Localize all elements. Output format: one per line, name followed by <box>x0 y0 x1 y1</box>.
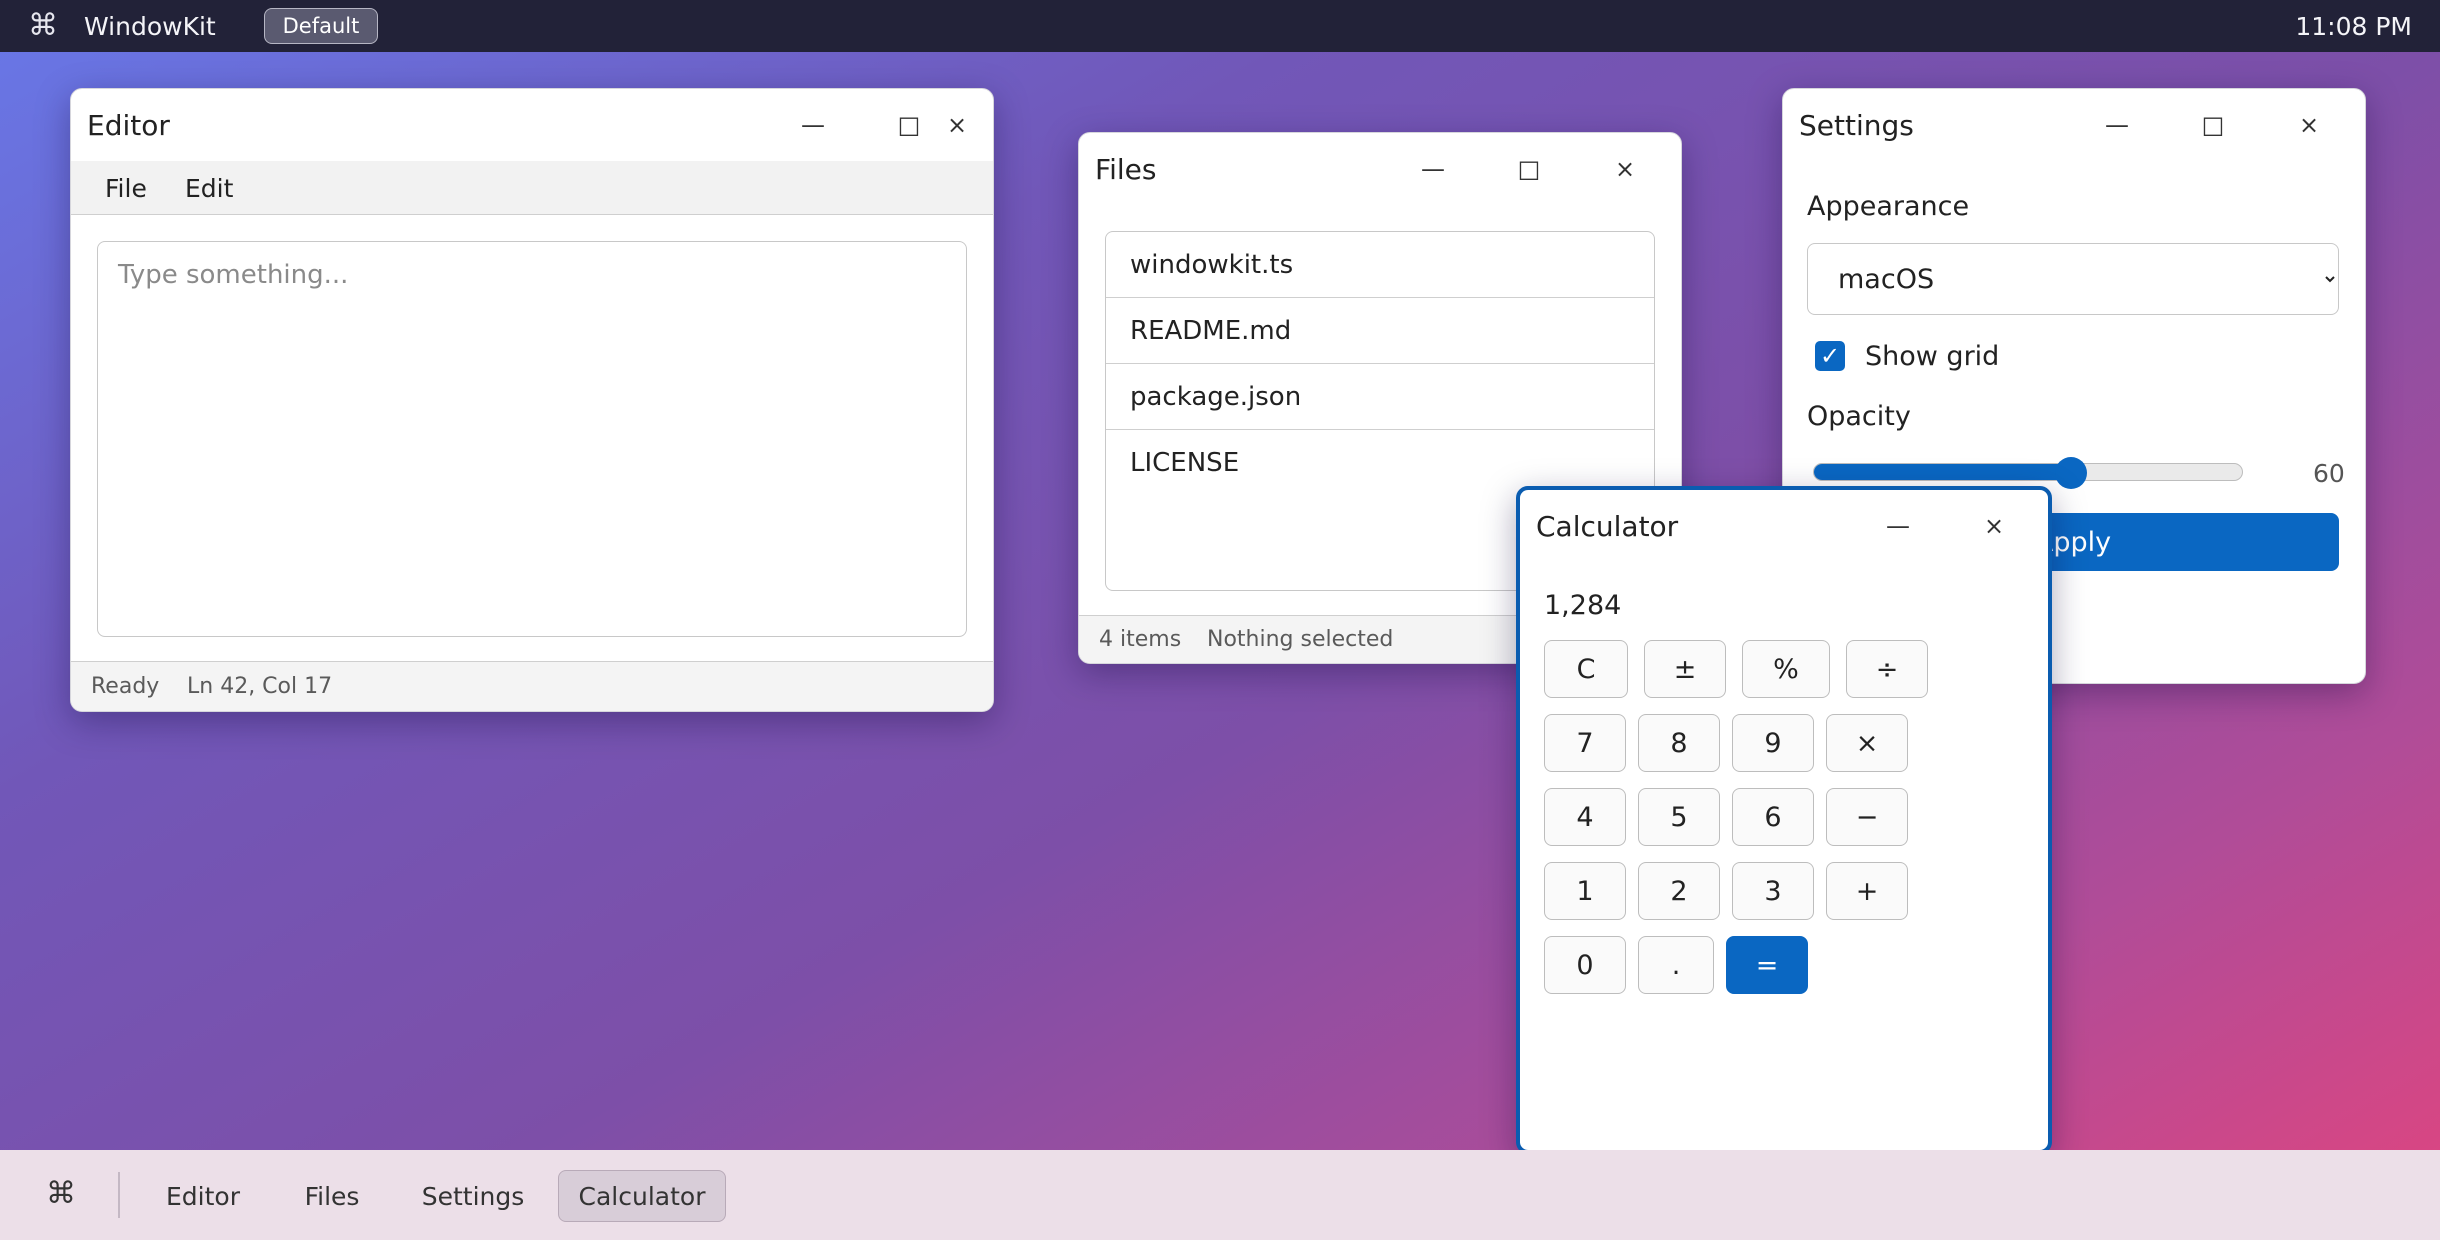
minimize-icon[interactable]: — <box>1874 504 1922 548</box>
key-6[interactable]: 6 <box>1732 788 1814 846</box>
key-1[interactable]: 1 <box>1544 862 1626 920</box>
slider-fill <box>1814 464 2071 480</box>
task-settings[interactable]: Settings <box>408 1170 538 1222</box>
key-7[interactable]: 7 <box>1544 714 1626 772</box>
list-item[interactable]: windowkit.ts <box>1106 232 1654 298</box>
settings-titlebar[interactable]: Settings — □ × <box>1783 89 2365 161</box>
key-5[interactable]: 5 <box>1638 788 1720 846</box>
appearance-label: Appearance <box>1807 191 1970 222</box>
window-title: Settings <box>1799 109 1914 142</box>
calculator-titlebar[interactable]: Calculator — × <box>1520 490 2048 562</box>
menu-file[interactable]: File <box>105 174 147 203</box>
window-title: Calculator <box>1536 510 1679 543</box>
key-add[interactable]: + <box>1826 862 1908 920</box>
key-9[interactable]: 9 <box>1732 714 1814 772</box>
opacity-slider[interactable] <box>1813 463 2243 481</box>
key-subtract[interactable]: − <box>1826 788 1908 846</box>
task-editor[interactable]: Editor <box>152 1170 254 1222</box>
close-icon[interactable]: × <box>1601 147 1649 191</box>
theme-button[interactable]: Default <box>264 8 378 44</box>
key-decimal[interactable]: . <box>1638 936 1714 994</box>
key-divide[interactable]: ÷ <box>1846 640 1928 698</box>
key-multiply[interactable]: × <box>1826 714 1908 772</box>
appearance-select[interactable]: macOS <box>1807 243 2339 315</box>
opacity-value: 60 <box>2313 459 2345 488</box>
close-icon[interactable]: × <box>933 103 981 147</box>
minimize-icon[interactable]: — <box>2093 103 2141 147</box>
key-3[interactable]: 3 <box>1732 862 1814 920</box>
status-text: Ready <box>91 674 160 699</box>
editor-statusbar: Ready Ln 42, Col 17 <box>71 661 993 711</box>
task-calculator[interactable]: Calculator <box>558 1170 726 1222</box>
command-icon[interactable]: ⌘ <box>28 8 58 43</box>
list-item[interactable]: README.md <box>1106 298 1654 364</box>
key-8[interactable]: 8 <box>1638 714 1720 772</box>
item-count: 4 items <box>1099 627 1182 652</box>
key-percent[interactable]: % <box>1742 640 1830 698</box>
key-clear[interactable]: C <box>1544 640 1628 698</box>
window-title: Files <box>1095 153 1157 186</box>
maximize-icon[interactable]: □ <box>2189 103 2237 147</box>
taskbar-divider <box>118 1172 120 1218</box>
top-bar: ⌘ WindowKit Default 11:08 PM <box>0 0 2440 52</box>
key-4[interactable]: 4 <box>1544 788 1626 846</box>
maximize-icon[interactable]: □ <box>885 103 933 147</box>
calculator-window: Calculator — × 1,284 C ± % ÷ 7 8 9 × 4 5… <box>1516 486 2052 1154</box>
minimize-icon[interactable]: — <box>1409 147 1457 191</box>
files-titlebar[interactable]: Files — □ × <box>1079 133 1681 205</box>
key-sign[interactable]: ± <box>1644 640 1726 698</box>
selection-status: Nothing selected <box>1207 627 1394 652</box>
minimize-icon[interactable]: — <box>789 103 837 147</box>
show-grid-checkbox[interactable]: ✓ <box>1815 341 1845 371</box>
editor-textarea[interactable] <box>97 241 967 637</box>
taskbar: ⌘ Editor Files Settings Calculator <box>0 1150 2440 1240</box>
key-0[interactable]: 0 <box>1544 936 1626 994</box>
command-icon[interactable]: ⌘ <box>46 1176 76 1211</box>
close-icon[interactable]: × <box>1970 504 2018 548</box>
editor-window: Editor — □ × File Edit Ready Ln 42, Col … <box>70 88 994 712</box>
show-grid-label: Show grid <box>1865 341 2000 372</box>
list-item[interactable]: package.json <box>1106 364 1654 430</box>
cursor-position: Ln 42, Col 17 <box>187 674 333 699</box>
window-title: Editor <box>87 109 170 142</box>
editor-menubar: File Edit <box>71 161 993 215</box>
opacity-label: Opacity <box>1807 401 1911 432</box>
key-equals[interactable]: = <box>1726 936 1808 994</box>
close-icon[interactable]: × <box>2285 103 2333 147</box>
task-files[interactable]: Files <box>286 1170 378 1222</box>
key-2[interactable]: 2 <box>1638 862 1720 920</box>
clock: 11:08 PM <box>2295 12 2412 41</box>
editor-titlebar[interactable]: Editor — □ × <box>71 89 993 161</box>
slider-thumb[interactable] <box>2055 457 2087 489</box>
menu-edit[interactable]: Edit <box>185 174 233 203</box>
maximize-icon[interactable]: □ <box>1505 147 1553 191</box>
calculator-display: 1,284 <box>1544 590 1622 621</box>
app-name: WindowKit <box>84 12 216 41</box>
